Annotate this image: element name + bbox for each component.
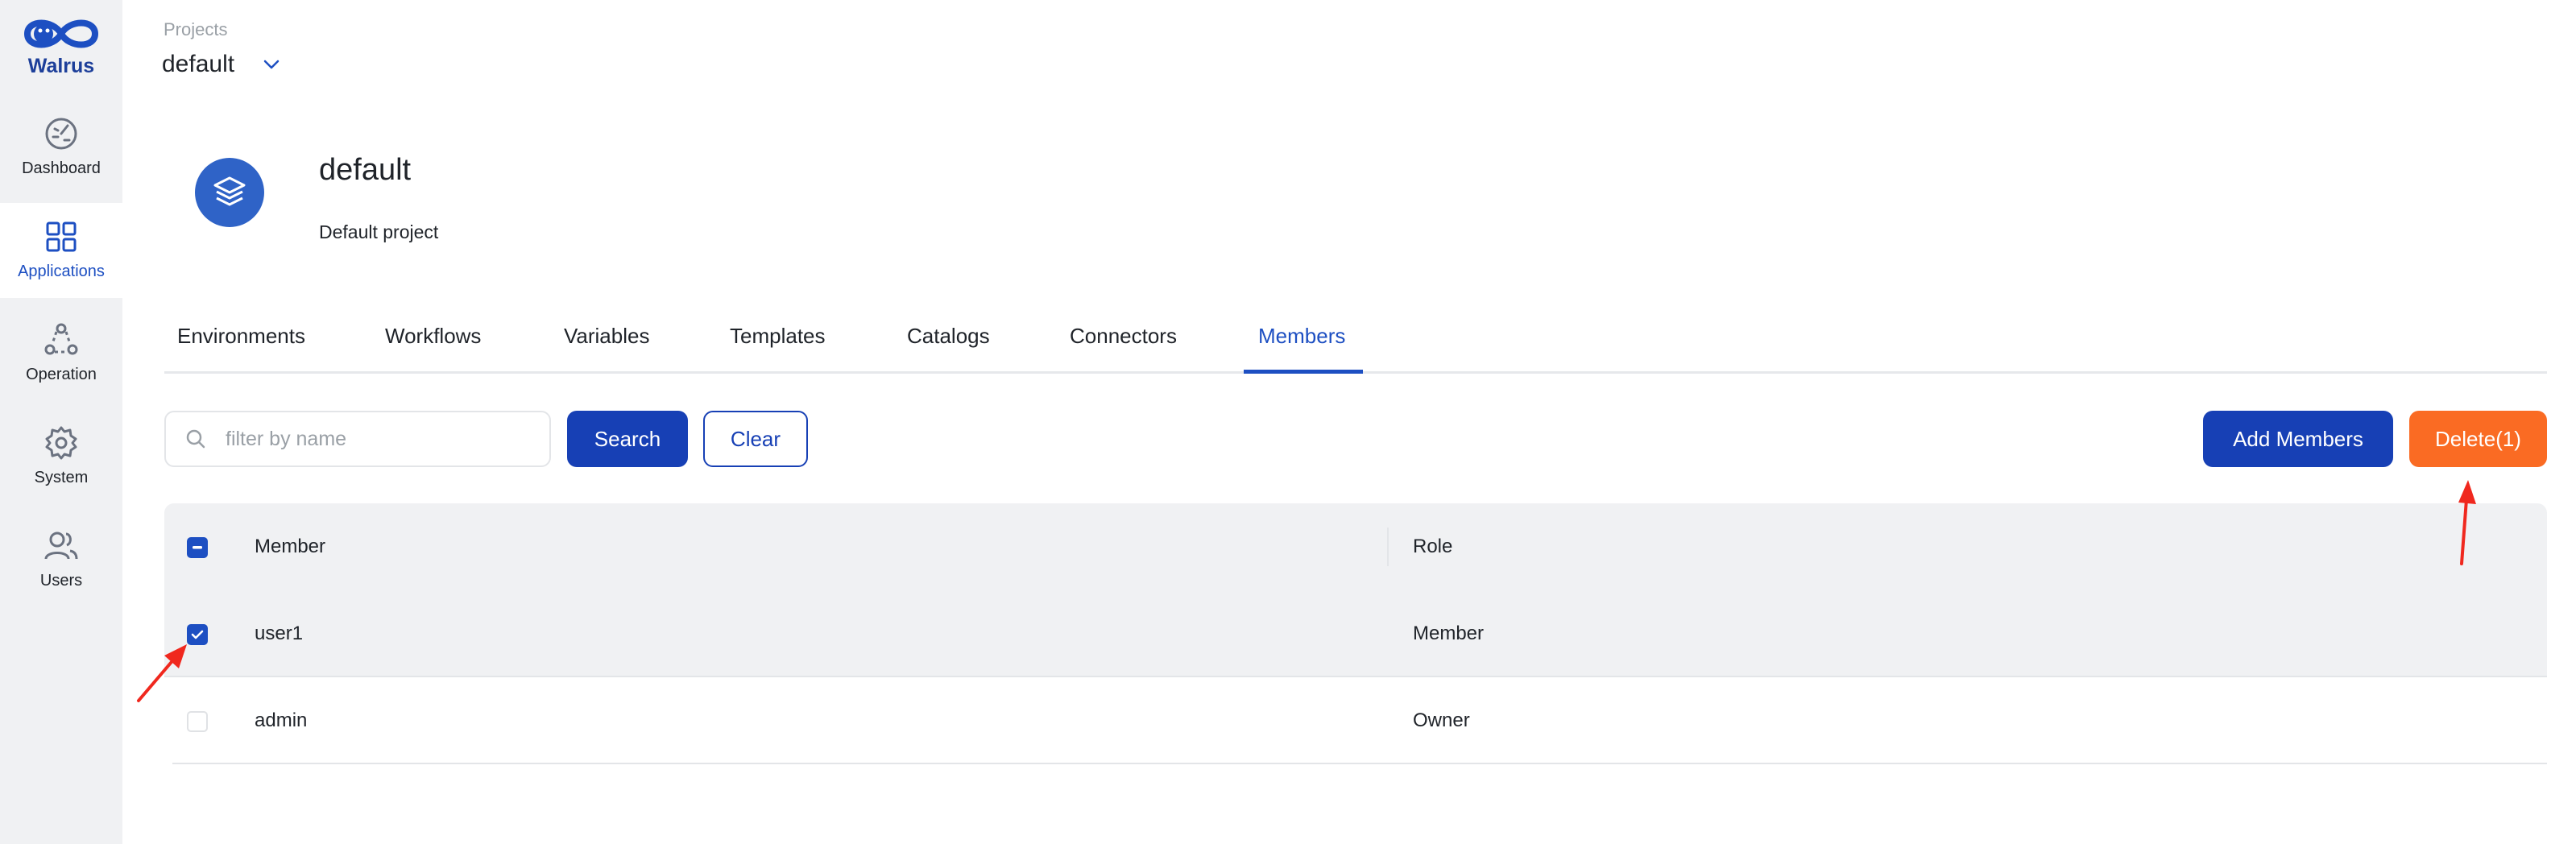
row-checkbox[interactable]	[187, 711, 208, 732]
project-tabs: Environments Workflows Variables Templat…	[164, 306, 2547, 374]
members-table: Member Role user1 Member admin Owner	[164, 503, 2547, 764]
projects-caption: Projects	[164, 19, 228, 39]
dashboard-gauge-icon	[45, 118, 77, 150]
sidebar-item-label: Applications	[18, 263, 105, 280]
layers-icon	[213, 176, 246, 206]
sidebar-item-applications[interactable]: Applications	[0, 203, 122, 298]
tab-environments[interactable]: Environments	[177, 306, 305, 374]
tab-members[interactable]: Members	[1258, 306, 1345, 374]
sidebar-item-operation[interactable]: Operation	[0, 306, 122, 401]
app-root: Walrus Dashboard Applications Operation …	[0, 0, 2576, 844]
column-header-member: Member	[255, 536, 326, 557]
table-row[interactable]: admin Owner	[172, 677, 2547, 764]
member-name: user1	[255, 623, 304, 644]
clear-button[interactable]: Clear	[703, 411, 808, 467]
tab-templates[interactable]: Templates	[730, 306, 826, 374]
minus-icon	[193, 546, 202, 549]
member-role: Member	[1413, 623, 1485, 644]
active-tab-indicator	[1244, 370, 1363, 374]
chevron-down-icon	[263, 60, 280, 69]
column-header-role: Role	[1413, 536, 1453, 557]
tab-catalogs[interactable]: Catalogs	[907, 306, 990, 374]
project-title: default	[319, 153, 412, 187]
project-avatar	[195, 158, 264, 227]
search-icon	[186, 429, 205, 449]
column-divider	[1387, 528, 1389, 566]
table-header-row: Member Role	[164, 503, 2547, 590]
sidebar-item-label: Dashboard	[22, 159, 101, 177]
users-icon	[44, 532, 78, 560]
search-button[interactable]: Search	[567, 411, 688, 467]
sidebar-item-label: System	[34, 469, 89, 486]
select-all-checkbox[interactable]	[187, 537, 208, 558]
sidebar-item-label: Operation	[26, 366, 97, 383]
gear-icon	[45, 426, 77, 460]
walrus-logo[interactable]: Walrus	[0, 14, 122, 79]
sidebar: Walrus Dashboard Applications Operation …	[0, 0, 122, 844]
search-box	[164, 411, 551, 467]
grid-apps-icon	[46, 221, 77, 252]
tab-workflows[interactable]: Workflows	[385, 306, 481, 374]
project-selector[interactable]: default	[162, 48, 280, 81]
app-name: Walrus	[27, 55, 95, 77]
table-row[interactable]: user1 Member	[164, 590, 2547, 677]
tab-variables[interactable]: Variables	[564, 306, 649, 374]
project-description: Default project	[319, 221, 439, 242]
sidebar-item-dashboard[interactable]: Dashboard	[0, 100, 122, 195]
search-input[interactable]	[226, 427, 532, 451]
member-role: Owner	[1413, 710, 1470, 731]
member-name: admin	[255, 710, 308, 731]
walrus-logo-icon	[23, 19, 99, 48]
add-members-button[interactable]: Add Members	[2203, 411, 2393, 467]
row-checkbox[interactable]	[187, 624, 208, 645]
selected-project: default	[162, 51, 235, 77]
tab-connectors[interactable]: Connectors	[1070, 306, 1177, 374]
operation-nodes-icon	[44, 323, 78, 355]
sidebar-item-users[interactable]: Users	[0, 512, 122, 607]
checkmark-icon	[191, 630, 204, 639]
sidebar-item-label: Users	[39, 572, 83, 590]
sidebar-item-system[interactable]: System	[0, 409, 122, 504]
delete-button[interactable]: Delete(1)	[2409, 411, 2547, 467]
